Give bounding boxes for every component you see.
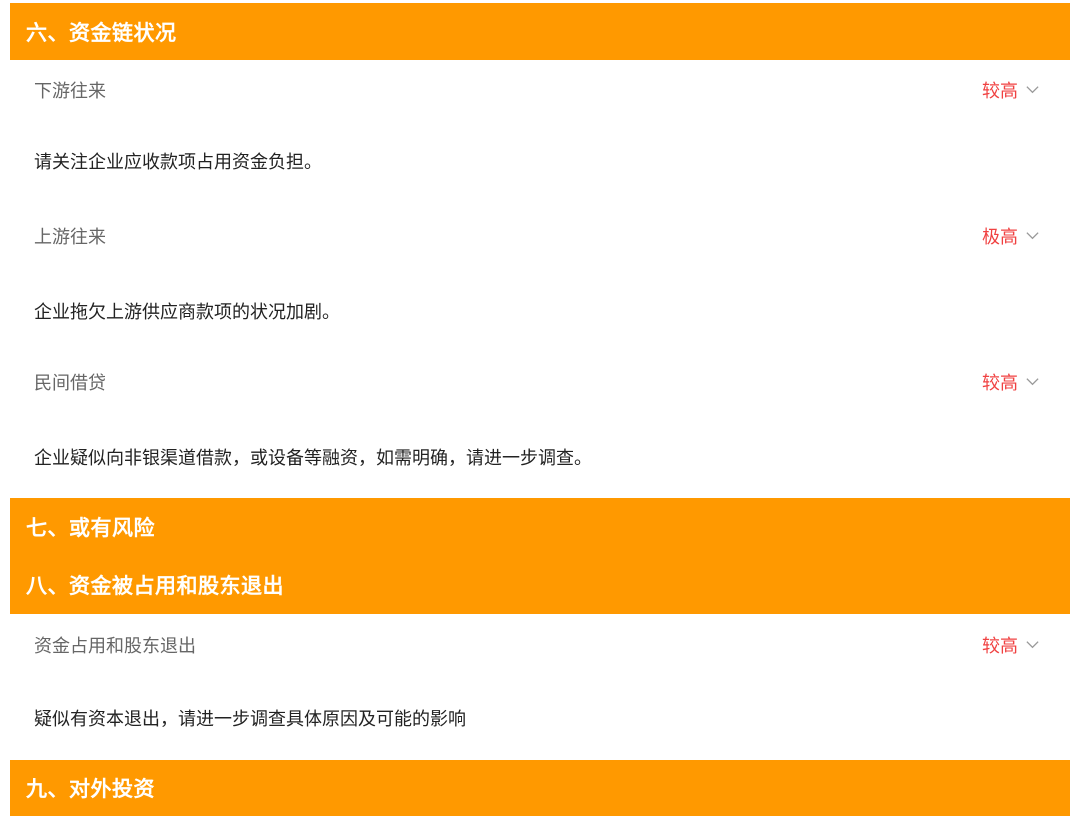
risk-item-label: 民间借贷	[34, 373, 106, 394]
risk-report-page: 六、资金链状况 下游往来 较高 请关注企业应收款项占用资金负担。 上游往来 极高…	[0, 0, 1080, 816]
risk-item-upstream[interactable]: 上游往来 极高	[10, 206, 1070, 266]
section-title: 八、资金被占用和股东退出	[26, 574, 284, 598]
risk-item-private-lending[interactable]: 民间借贷 较高	[10, 352, 1070, 412]
risk-level-toggle[interactable]: 较高	[982, 77, 1040, 103]
section-title: 九、对外投资	[26, 777, 155, 801]
section-header-contingent-risk[interactable]: 七、或有风险	[10, 498, 1070, 556]
section-title: 七、或有风险	[26, 516, 155, 540]
chevron-down-icon	[1026, 85, 1039, 93]
risk-level-badge: 较高	[982, 81, 1018, 102]
risk-item-label: 资金占用和股东退出	[34, 636, 196, 657]
section-header-capital-occupation: 八、资金被占用和股东退出	[10, 556, 1070, 614]
risk-level-badge: 极高	[982, 227, 1018, 248]
section-header-external-investment[interactable]: 九、对外投资	[10, 760, 1070, 816]
risk-item-description: 企业疑似向非银渠道借款，或设备等融资，如需明确，请进一步调查。	[34, 448, 592, 469]
chevron-down-icon	[1026, 231, 1039, 239]
risk-item-description: 疑似有资本退出，请进一步调查具体原因及可能的影响	[34, 709, 466, 730]
risk-item-downstream[interactable]: 下游往来 较高	[10, 60, 1070, 120]
risk-item-capital-occupation[interactable]: 资金占用和股东退出 较高	[10, 615, 1070, 675]
section-header-capital-chain: 六、资金链状况	[10, 3, 1070, 60]
risk-level-toggle[interactable]: 较高	[982, 369, 1040, 395]
risk-level-badge: 较高	[982, 373, 1018, 394]
risk-item-description: 企业拖欠上游供应商款项的状况加剧。	[34, 302, 340, 323]
risk-item-description: 请关注企业应收款项占用资金负担。	[34, 152, 322, 173]
risk-level-badge: 较高	[982, 636, 1018, 657]
chevron-down-icon	[1026, 640, 1039, 648]
risk-item-label: 上游往来	[34, 227, 106, 248]
risk-level-toggle[interactable]: 极高	[982, 223, 1040, 249]
chevron-down-icon	[1026, 377, 1039, 385]
section-title: 六、资金链状况	[26, 20, 177, 45]
risk-level-toggle[interactable]: 较高	[982, 632, 1040, 658]
risk-item-label: 下游往来	[34, 81, 106, 102]
